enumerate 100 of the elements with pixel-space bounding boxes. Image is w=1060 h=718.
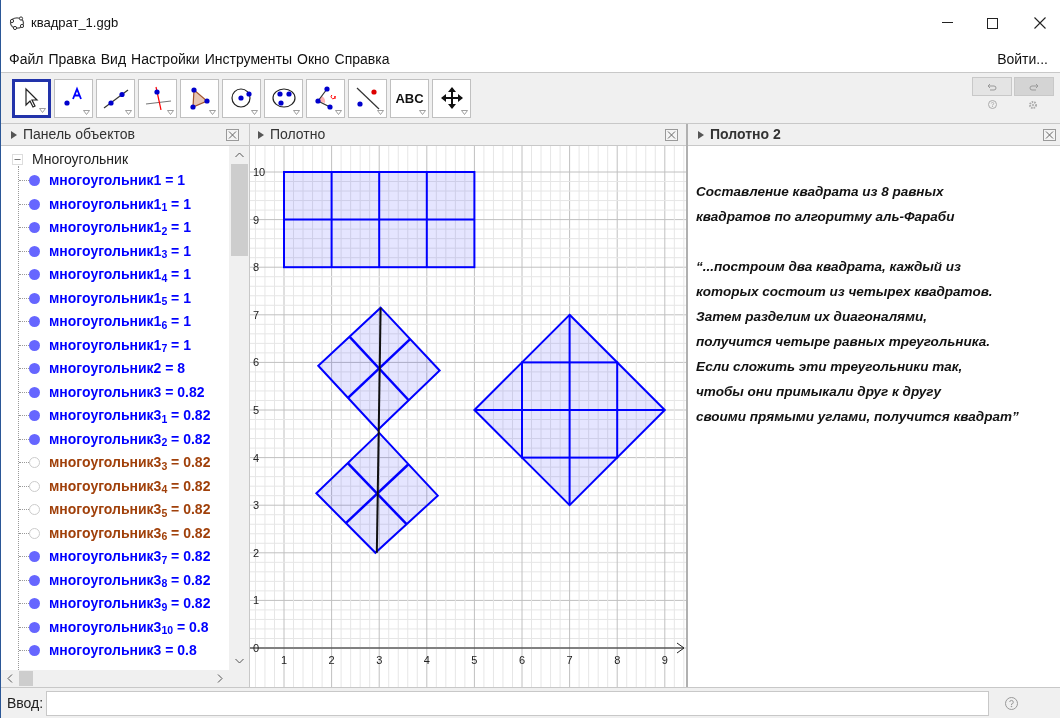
maximize-icon[interactable] [987, 17, 998, 29]
tree-branch-line [19, 579, 29, 581]
tree-branch-line [19, 509, 29, 511]
object-entry[interactable]: многоугольник3$_{9}$ = 0.82 [49, 595, 211, 613]
panel-title: Панель объектов [23, 125, 136, 144]
menu-item[interactable]: Правка [48, 48, 96, 70]
object-entry[interactable]: многоугольник3$_{10}$ = 0.8 [49, 618, 209, 636]
menu-item[interactable]: Окно [297, 48, 330, 70]
close-icon[interactable] [1034, 17, 1046, 29]
axis-label: 8 [253, 261, 260, 274]
menu-item[interactable]: Справка [334, 48, 390, 70]
redo-icon [1029, 82, 1039, 91]
object-entry[interactable]: многоугольник1$_{5}$ = 1 [49, 289, 191, 307]
tree-branch-line [19, 227, 29, 229]
object-entry[interactable]: многоугольник3$_{7}$ = 0.82 [49, 548, 211, 566]
object-entry[interactable]: многоугольник1$_{2}$ = 1 [49, 219, 191, 237]
dropdown-triangle-icon [167, 109, 174, 115]
object-entry[interactable]: многоугольник2 = 8 [49, 360, 186, 378]
axis-label: 3 [376, 654, 383, 666]
dropdown-triangle-icon [419, 109, 426, 115]
object-entry[interactable]: многоугольник3 = 0.82 [49, 383, 205, 401]
tree-branch-line [19, 556, 29, 558]
object-entry[interactable]: многоугольник3$_{1}$ = 0.82 [49, 407, 211, 425]
axis-label: 10 [253, 166, 266, 178]
minimize-icon[interactable] [942, 22, 953, 24]
tree-branch-line [19, 274, 29, 276]
tree-branch-line [19, 344, 29, 346]
dropdown-triangle-icon [209, 109, 216, 115]
menu-item[interactable]: Вид [100, 48, 127, 70]
menu-item[interactable]: Файл [9, 48, 44, 70]
object-entry[interactable]: многоугольник3$_{6}$ = 0.82 [49, 524, 211, 542]
tool-button[interactable] [96, 78, 135, 118]
collapse-triangle-icon[interactable] [698, 130, 704, 139]
object-entry[interactable]: многоугольник3 = 0.8 [49, 642, 197, 660]
perpendicular-icon [143, 86, 172, 110]
tree-branch-line [19, 321, 29, 323]
text-paragraph: “...построим два квадрата, каждый из которых состоит из четырех квадратов. Затем разделим их диагоналями, получится четыре равных треугольника. Если сложить эти треугольники так, чтобы они примыкали друг к другу своими прямыми углами, получится квадрат” [696, 258, 1020, 426]
axis-label: 1 [280, 654, 288, 666]
object-entry[interactable]: многоугольник1 = 1 [49, 172, 186, 190]
object-entry[interactable]: многоугольник1$_{3}$ = 1 [49, 242, 191, 260]
tool-button[interactable] [432, 78, 471, 118]
object-entry[interactable]: многоугольник3$_{4}$ = 0.82 [49, 477, 211, 495]
object-entry[interactable]: многоугольник3$_{8}$ = 0.82 [49, 571, 211, 589]
tool-button[interactable] [12, 78, 51, 118]
object-entry[interactable]: многоугольник1$_{7}$ = 1 [49, 336, 191, 354]
dropdown-triangle-icon [251, 109, 258, 115]
axis-label: 7 [253, 308, 260, 321]
axis-label: 3 [253, 499, 260, 512]
app-logo-icon [9, 15, 25, 31]
axis-label: 5 [253, 404, 260, 416]
collapse-icon[interactable] [12, 153, 23, 165]
tool-button[interactable] [180, 78, 219, 118]
vertical-scrollbar[interactable] [229, 146, 249, 670]
window-title: квадрат_1.ggb [31, 14, 119, 33]
tool-button[interactable] [222, 78, 261, 118]
tool-button[interactable] [306, 78, 345, 118]
tool-button[interactable]: ABC [390, 78, 429, 118]
tool-button[interactable] [54, 78, 93, 118]
tree-branch-line [19, 180, 29, 182]
tree-branch-line [19, 485, 29, 487]
tool-button[interactable] [348, 78, 387, 118]
undo-icon [987, 82, 997, 91]
tree-branch-line [19, 532, 29, 534]
tree-branch-line [19, 415, 29, 417]
tree-branch-line [19, 650, 29, 652]
menu-item[interactable]: Инструменты [204, 48, 292, 70]
dropdown-triangle-icon [461, 109, 468, 115]
collapse-triangle-icon[interactable] [258, 130, 264, 139]
axis-label: 9 [253, 213, 260, 226]
text-paragraph: Составление квадрата из 8 равных квадратов по алгоритму аль-Фараби [696, 183, 956, 226]
input-label: Ввод: [7, 693, 44, 713]
tree-branch-line [19, 438, 29, 440]
dropdown-triangle-icon [125, 109, 132, 115]
tree-group-label[interactable]: Многоугольник [32, 148, 129, 170]
object-entry[interactable]: многоугольник3$_{3}$ = 0.82 [49, 454, 211, 472]
tool-button[interactable] [264, 78, 303, 118]
scrollbar-thumb[interactable] [19, 671, 33, 686]
help-icon[interactable] [1005, 696, 1019, 710]
input-field[interactable] [46, 690, 990, 716]
horizontal-scrollbar[interactable] [1, 670, 249, 687]
object-entry[interactable]: многоугольник1$_{4}$ = 1 [49, 266, 191, 284]
axis-label: 2 [328, 654, 335, 666]
axis-label: 2 [253, 546, 260, 559]
dropdown-triangle-icon [377, 109, 384, 115]
tree-branch-line [19, 297, 29, 299]
object-entry[interactable]: многоугольник3$_{2}$ = 0.82 [49, 430, 211, 448]
scrollbar-thumb[interactable] [230, 164, 248, 256]
axis-label: 4 [423, 654, 430, 666]
tree-branch-line [19, 626, 29, 628]
axis-label: 1 [253, 594, 260, 607]
dropdown-triangle-icon [39, 107, 46, 113]
dropdown-triangle-icon [335, 109, 342, 115]
object-entry[interactable]: многоугольник1$_{6}$ = 1 [49, 313, 191, 331]
collapse-triangle-icon[interactable] [11, 130, 17, 139]
tree-branch-line [19, 368, 29, 370]
menu-item[interactable]: Настройки [131, 48, 200, 70]
axis-label: 4 [253, 451, 260, 464]
object-entry[interactable]: многоугольник3$_{5}$ = 0.82 [49, 501, 211, 519]
object-entry[interactable]: многоугольник1$_{1}$ = 1 [49, 195, 191, 213]
sign-in-link[interactable]: Войти... [997, 48, 1048, 70]
